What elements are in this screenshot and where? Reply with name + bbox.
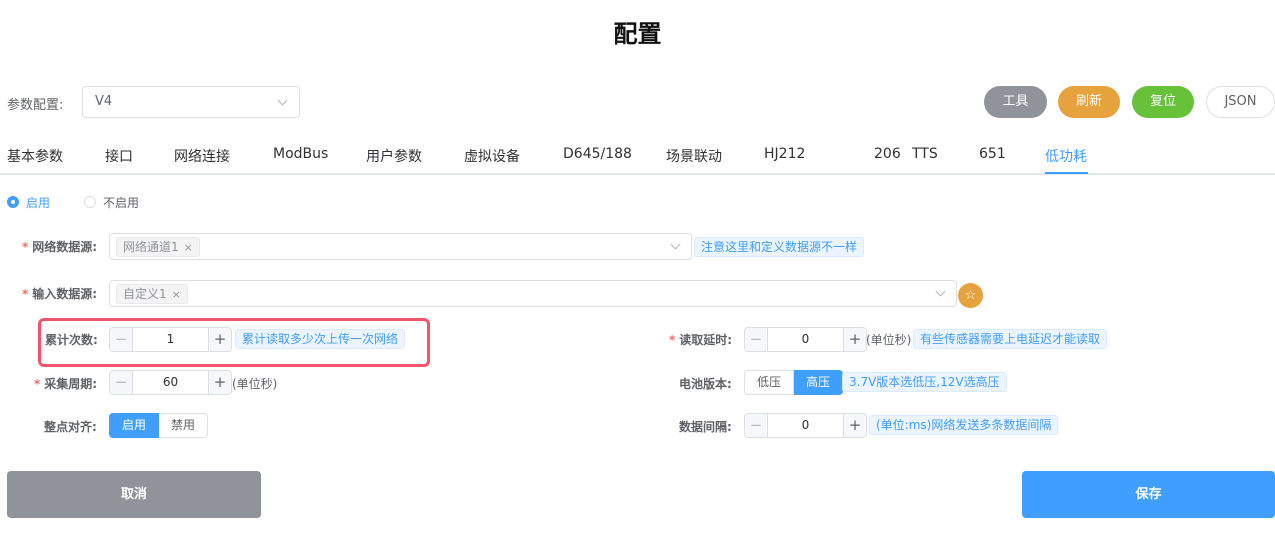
json-button[interactable]: JSON: [1206, 86, 1275, 118]
minus-icon[interactable]: −: [110, 328, 133, 351]
chevron-down-icon: [277, 95, 288, 106]
align-label: 整点对齐:: [44, 420, 97, 434]
tab-network[interactable]: 网络连接: [174, 146, 230, 166]
net-source-tag: 网络通道1 ×: [116, 237, 200, 257]
tab-bar: 基本参数 接口 网络连接 ModBus 用户参数 虚拟设备 D645/188 场…: [0, 140, 1275, 175]
radio-disable-label: 不启用: [103, 196, 140, 210]
chevron-down-icon: [935, 286, 946, 297]
period-unit: (单位秒): [232, 377, 278, 391]
plus-icon[interactable]: +: [843, 328, 866, 351]
tab-651[interactable]: 651: [979, 146, 1006, 162]
radio-unchecked-icon: [84, 196, 96, 208]
read-delay-hint: 有些传感器需要上电延迟才能读取: [913, 329, 1108, 349]
read-delay-value[interactable]: 0: [768, 332, 843, 346]
minus-icon[interactable]: −: [110, 371, 133, 394]
tab-d645[interactable]: D645/188: [563, 146, 632, 162]
count-hint: 累计读取多少次上传一次网络: [235, 329, 406, 349]
plus-icon[interactable]: +: [843, 414, 866, 437]
align-off-button[interactable]: 禁用: [159, 413, 209, 438]
param-config-label: 参数配置:: [7, 98, 64, 113]
page-title: 配置: [613, 20, 662, 48]
refresh-button[interactable]: 刷新: [1058, 86, 1120, 118]
radio-enable-label: 启用: [26, 196, 51, 210]
battery-high-button[interactable]: 高压: [794, 370, 844, 395]
count-stepper[interactable]: − 1 +: [109, 327, 232, 352]
interval-hint: (单位:ms)网络发送多条数据间隔: [869, 415, 1059, 435]
tab-interface[interactable]: 接口: [105, 146, 133, 166]
save-button[interactable]: 保存: [1022, 471, 1275, 518]
battery-label: 电池版本:: [679, 377, 732, 391]
tab-basic-params[interactable]: 基本参数: [7, 146, 63, 166]
minus-icon[interactable]: −: [745, 414, 768, 437]
tab-206[interactable]: 206: [874, 146, 901, 162]
period-stepper[interactable]: − 60 +: [109, 370, 232, 395]
net-source-hint: 注意这里和定义数据源不一样: [694, 237, 865, 257]
param-config-value: V4: [95, 94, 113, 109]
radio-checked-icon: [7, 196, 19, 208]
net-source-select[interactable]: 网络通道1 ×: [109, 233, 692, 260]
tab-modbus[interactable]: ModBus: [273, 146, 328, 162]
input-source-select[interactable]: 自定义1 ×: [109, 280, 957, 307]
tab-user-params[interactable]: 用户参数: [366, 146, 422, 166]
tab-tts[interactable]: TTS: [912, 146, 938, 162]
tool-button[interactable]: 工具: [984, 86, 1047, 118]
count-value[interactable]: 1: [133, 332, 208, 346]
tab-low-power[interactable]: 低功耗: [1045, 146, 1087, 166]
tab-hj212[interactable]: HJ212: [764, 146, 805, 162]
battery-low-button[interactable]: 低压: [744, 370, 795, 395]
read-delay-stepper[interactable]: − 0 +: [744, 327, 867, 352]
chevron-down-icon: [670, 239, 681, 250]
interval-value[interactable]: 0: [768, 418, 843, 432]
tag-close-icon[interactable]: ×: [172, 288, 181, 301]
star-icon[interactable]: ☆: [958, 283, 983, 308]
period-value[interactable]: 60: [133, 375, 208, 389]
minus-icon[interactable]: −: [745, 328, 768, 351]
param-config-select[interactable]: V4: [82, 86, 300, 118]
align-toggle: 启用 禁用: [109, 413, 209, 438]
battery-toggle: 低压 高压: [744, 370, 844, 395]
read-delay-label: * 读取延时:: [669, 333, 733, 347]
input-source-tag: 自定义1 ×: [116, 284, 188, 304]
plus-icon[interactable]: +: [208, 371, 231, 394]
net-source-label: * 网络数据源:: [22, 240, 98, 254]
reset-button[interactable]: 复位: [1132, 86, 1194, 118]
battery-hint: 3.7V版本选低压,12V选高压: [842, 372, 1007, 392]
cancel-button[interactable]: 取消: [7, 471, 261, 518]
tab-virtual-device[interactable]: 虚拟设备: [464, 146, 520, 166]
tag-close-icon[interactable]: ×: [184, 241, 193, 254]
interval-stepper[interactable]: − 0 +: [744, 413, 867, 438]
plus-icon[interactable]: +: [208, 328, 231, 351]
align-on-button[interactable]: 启用: [109, 413, 160, 438]
interval-label: 数据间隔:: [679, 420, 732, 434]
period-label: * 采集周期:: [34, 377, 98, 391]
active-tab-indicator: [1045, 172, 1088, 174]
input-source-label: * 输入数据源:: [22, 287, 98, 301]
tab-scene-linkage[interactable]: 场景联动: [666, 146, 722, 166]
count-label: 累计次数:: [45, 333, 98, 347]
read-delay-unit: (单位秒): [866, 333, 912, 347]
